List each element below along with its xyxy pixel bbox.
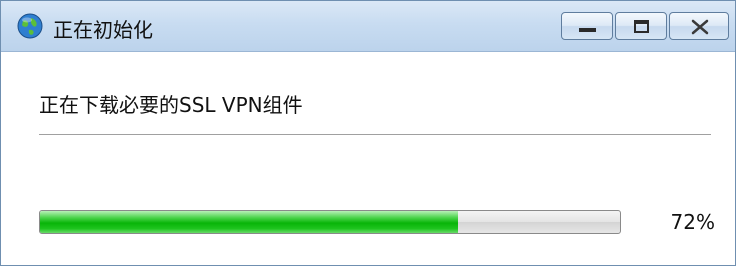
separator (39, 134, 711, 135)
minimize-icon (579, 28, 596, 32)
maximize-icon (634, 20, 649, 33)
close-button[interactable] (669, 12, 729, 40)
globe-icon (17, 13, 43, 39)
close-icon (691, 19, 709, 35)
progress-fill (40, 211, 458, 233)
title-bar[interactable]: 正在初始化 (1, 1, 735, 52)
window-title: 正在初始化 (53, 18, 153, 42)
progress-bar (39, 210, 621, 234)
progress-percent: 72% (670, 210, 715, 234)
status-text: 正在下载必要的SSL VPN组件 (39, 93, 303, 117)
dialog-window: 正在初始化 正在下载必要的SSL VPN组件 72% (0, 0, 736, 266)
maximize-button[interactable] (615, 12, 667, 40)
minimize-button[interactable] (561, 12, 613, 40)
dialog-body: 正在下载必要的SSL VPN组件 72% (1, 52, 735, 265)
